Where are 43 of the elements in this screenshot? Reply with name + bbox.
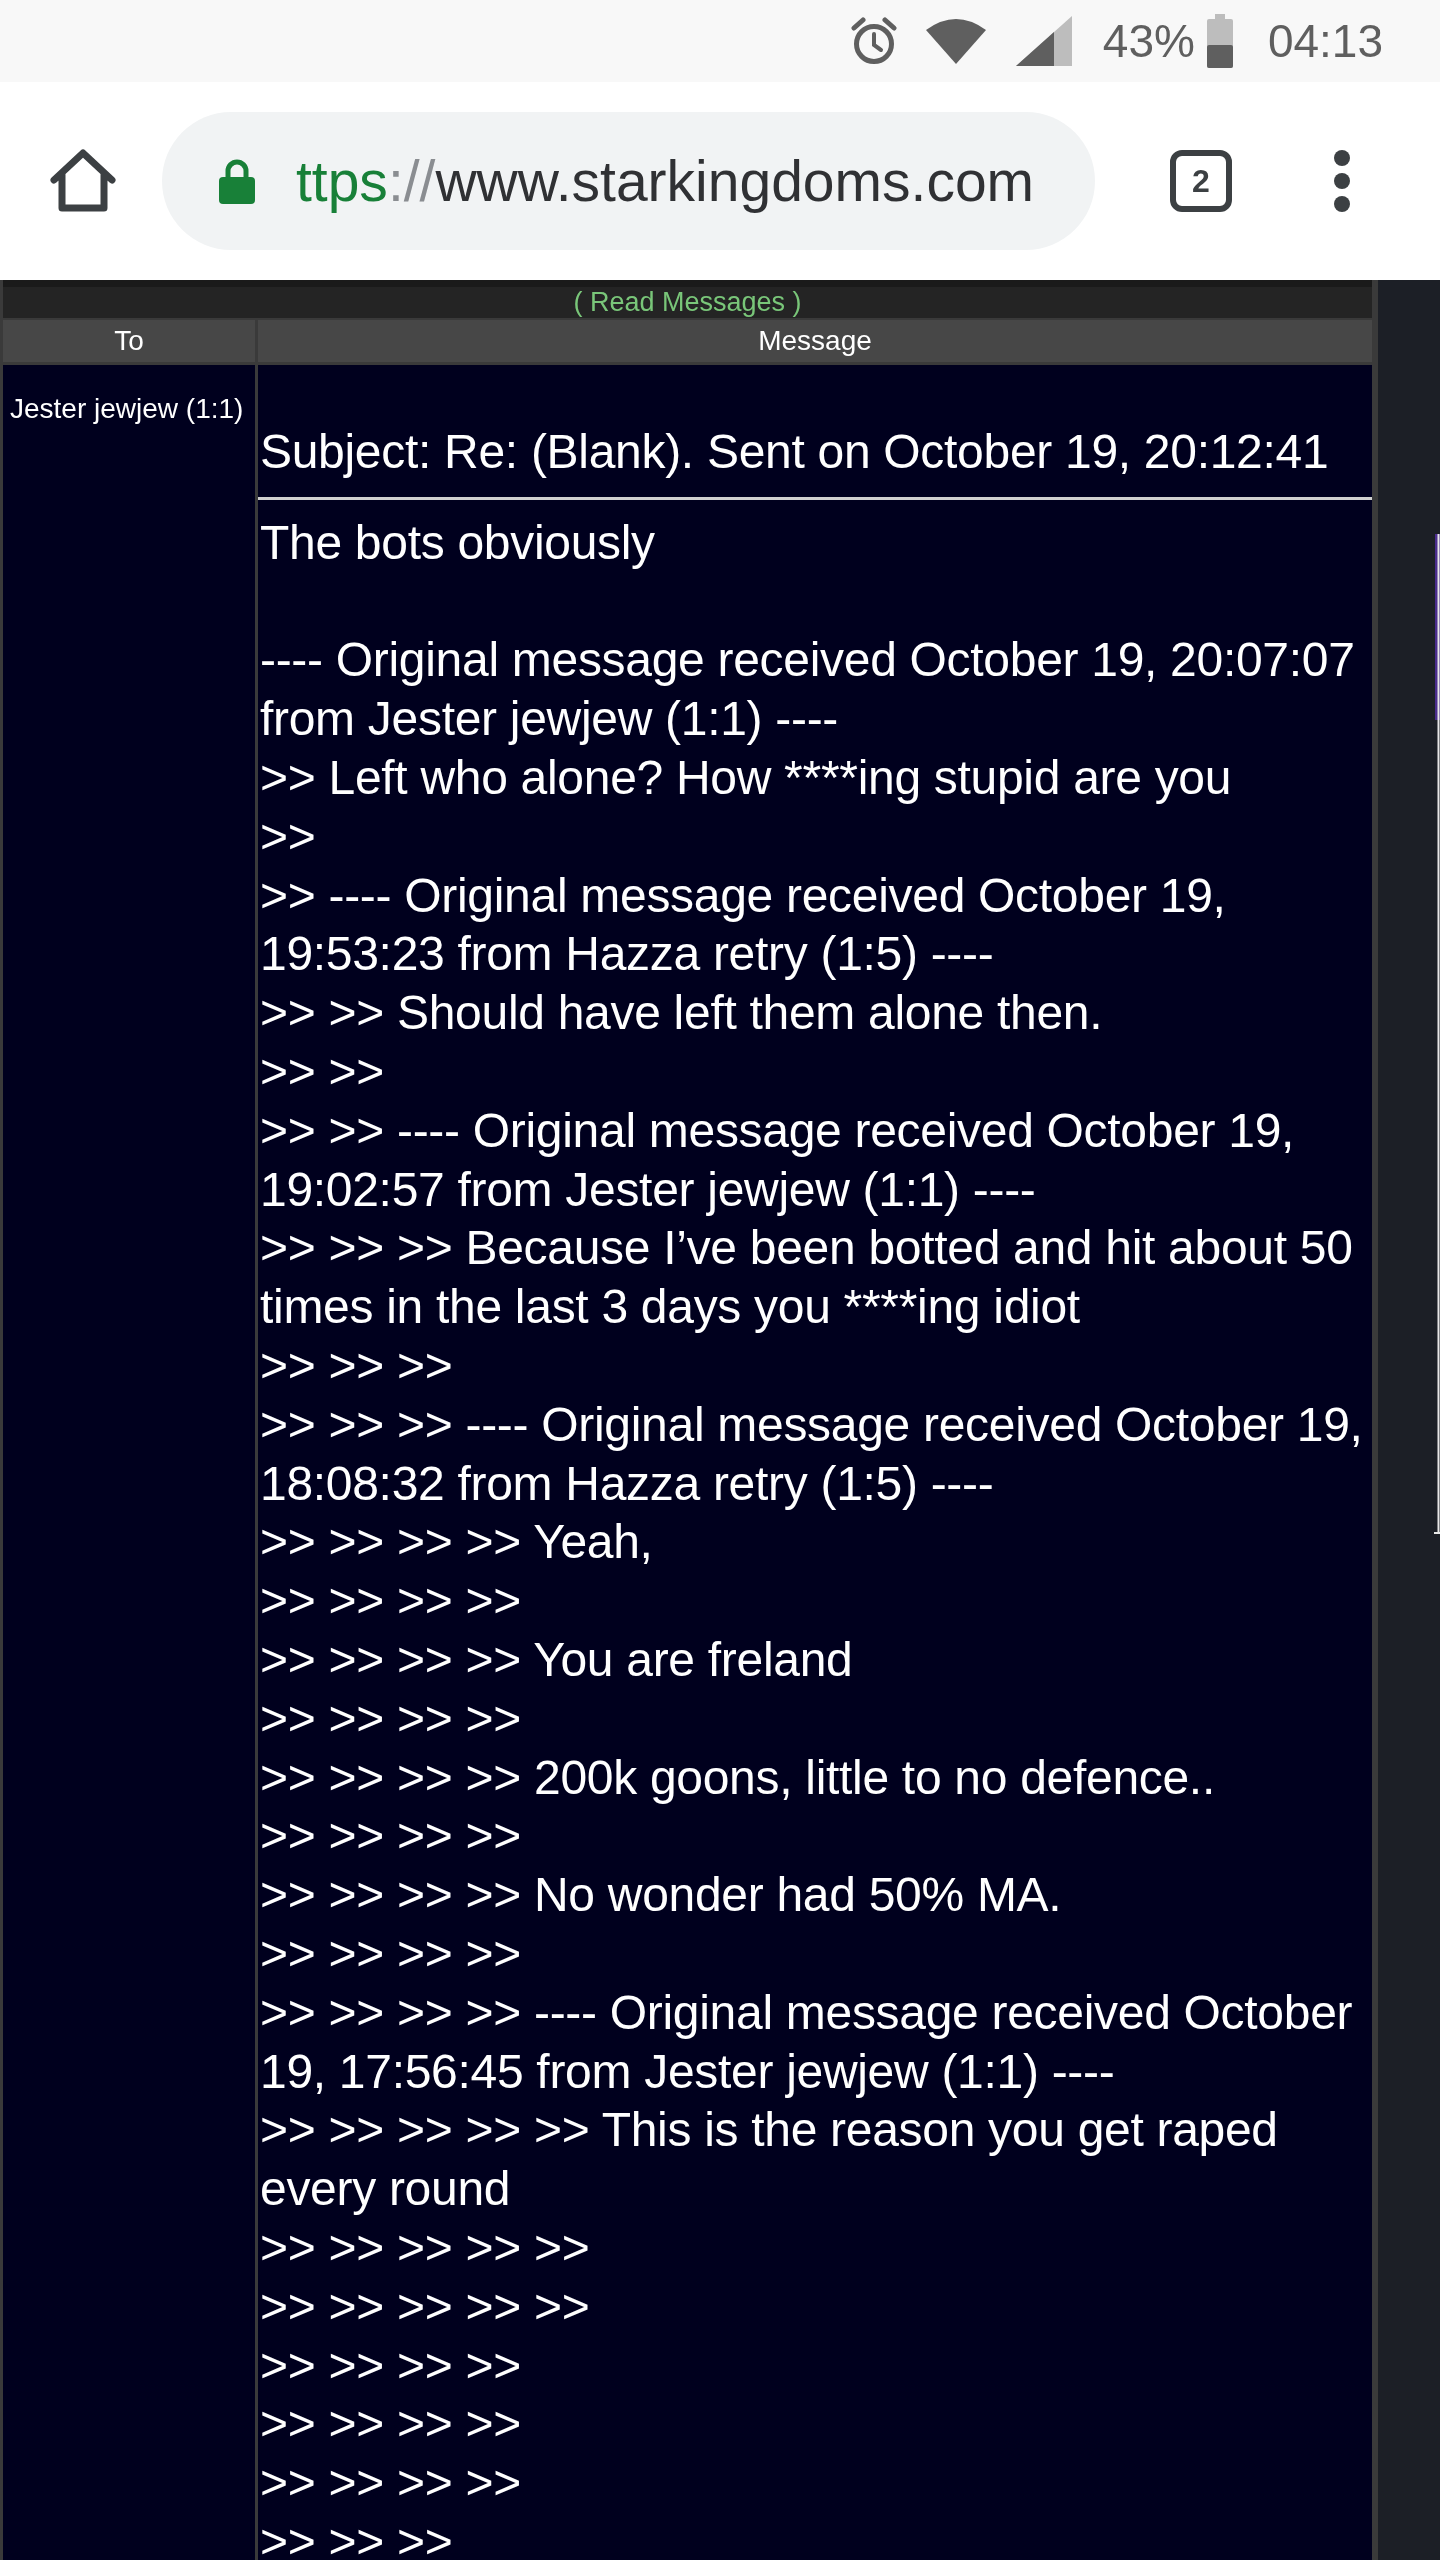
signal-icon [1015,16,1072,66]
battery-icon [1206,14,1233,68]
message-line: >> >> >> >> [260,1573,522,1630]
message-line: >> >> >> >> >> This is the reason you get raped every round [260,2102,1279,2218]
message-line: >> >> >> >> >> [260,2278,591,2335]
message-line: >> >> >> >> [260,2455,522,2512]
message-line: The bots obviously [260,514,656,571]
message-line: >> >> >> >> [260,2337,522,2394]
recipient-name: Jester jewjew (1:1) [10,393,245,425]
message-line: >> >> >> >> ---- Original message received October 19, 17:56:45 from Jester jewjew (1:1) ---- [260,1984,1354,2100]
message-line: >> >> >> >> [260,1690,522,1747]
message-subject: Subject: Re: (Blank). Sent on October 19, 20:12:41 [260,424,1330,480]
clock-time: 04:13 [1267,18,1383,64]
message-line: >> >> ---- Original message received October 19, 19:02:57 from Jester jewjew (1:1) ---- [260,1102,1296,1218]
message-line: >> >> Should have left them alone then. [260,985,1104,1042]
address-bar[interactable]: ttps://www.starkingdoms.com [162,112,1095,250]
message-line: >> >> >> >> You are freland [260,1631,854,1688]
message-line: >> ---- Original message received October 19, 19:53:23 from Hazza retry (1:5) ---- [260,867,1227,983]
more-options-icon[interactable] [1333,149,1351,213]
lock-icon [218,158,256,204]
message-line: >> >> >> [260,2513,454,2560]
table-title: ( Read Messages ) [3,280,1372,318]
message-line: >> >> >> Because I’ve been botted and hit about 50 times in the last 3 days you ****ing idiot [260,1220,1354,1336]
message-line: >> >> >> >> [260,1808,522,1865]
column-header: To [3,320,255,362]
message-line: >> >> >> >> Yeah, [260,1514,654,1571]
message-line: >> >> >> >> 200k goons, little to no defence.. [260,1749,1216,1806]
message-line: >> >> >> >> [260,2396,522,2453]
message-line: >> Left who alone? How ****ing stupid are you [260,750,1233,806]
alarm-clock-icon [850,17,897,65]
message-line: >> >> [260,1043,385,1100]
message-line: >> >> >> [260,1337,454,1394]
message-line: >> >> >> >> >> [260,2219,591,2276]
wifi-icon [925,18,986,64]
battery-percent: 43% [1102,18,1195,64]
home-icon[interactable] [49,149,117,213]
message-line: >> >> >> ---- Original message received October 19, 18:08:32 from Hazza retry (1:5) ---- [260,1396,1364,1512]
message-line: >> [260,808,317,865]
column-header: Message [258,320,1372,362]
tab-switcher-button[interactable]: 2 [1170,150,1232,212]
message-line: >> >> >> >> No wonder had 50% MA. [260,1867,1063,1924]
message-line: ---- Original message received October 19, 20:07:07 from Jester jewjew (1:1) ---- [260,632,1356,748]
message-line: >> >> >> >> [260,1925,522,1982]
